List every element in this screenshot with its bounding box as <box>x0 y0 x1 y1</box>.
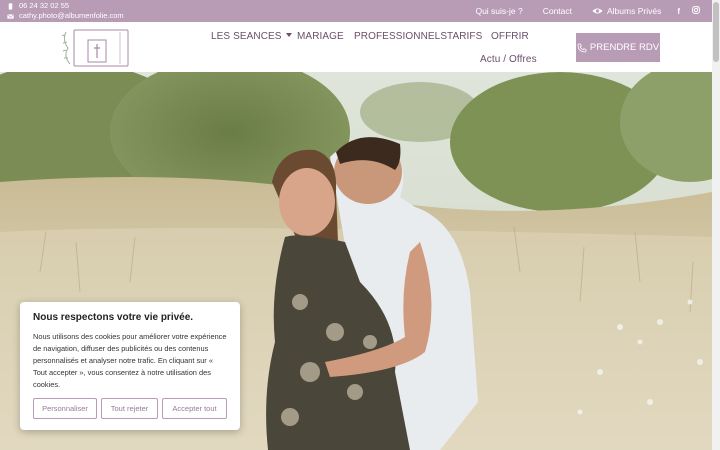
contact-link[interactable]: Contact <box>543 6 572 16</box>
private-albums-label: Albums Privés <box>607 6 662 16</box>
envelope-icon <box>7 13 14 19</box>
facebook-icon[interactable]: f <box>677 7 680 16</box>
email-address[interactable]: cathy.photo@albumenfolie.com <box>19 11 124 21</box>
instagram-icon[interactable] <box>692 6 700 16</box>
contact-info: 06 24 32 02 55 cathy.photo@albumenfolie.… <box>7 1 124 21</box>
nav-actu-offres[interactable]: Actu / Offres <box>480 54 537 65</box>
cookie-banner: Nous respectons votre vie privée. Nous u… <box>20 302 240 430</box>
private-albums-link[interactable]: Albums Privés <box>592 6 661 16</box>
nav-seances-label: LES SEANCES <box>211 31 282 42</box>
phone-icon <box>577 43 587 52</box>
accept-all-button[interactable]: Accepter tout <box>162 398 227 419</box>
about-link[interactable]: Qui suis-je ? <box>475 6 522 16</box>
customize-button[interactable]: Personnaliser <box>33 398 97 419</box>
eye-icon <box>592 8 603 14</box>
appointment-button[interactable]: PRENDRE RDV <box>576 33 660 62</box>
nav-tarifs[interactable]: TARIFS <box>447 31 482 42</box>
logo-graphic <box>61 29 129 67</box>
header: LES SEANCES MARIAGE PROFESSIONNELS TARIF… <box>0 22 712 72</box>
nav-offrir[interactable]: OFFRIR <box>491 31 529 42</box>
nav-professionnels[interactable]: PROFESSIONNELS <box>354 31 447 42</box>
cookie-buttons: Personnaliser Tout rejeter Accepter tout <box>33 398 227 419</box>
site-logo[interactable] <box>60 26 130 68</box>
scrollbar-thumb[interactable] <box>713 2 719 62</box>
phone-number[interactable]: 06 24 32 02 55 <box>19 1 69 11</box>
reject-all-button[interactable]: Tout rejeter <box>101 398 158 419</box>
instagram-glyph <box>692 6 700 14</box>
page-scrollbar[interactable] <box>712 0 720 450</box>
phone-row[interactable]: 06 24 32 02 55 <box>7 1 124 11</box>
chevron-down-icon <box>285 33 292 37</box>
cookie-text: Nous utilisons des cookies pour améliore… <box>33 332 227 389</box>
cookie-title: Nous respectons votre vie privée. <box>33 312 194 323</box>
top-links: Qui suis-je ? Contact Albums Privés f <box>475 0 712 22</box>
nav-seances[interactable]: LES SEANCES <box>211 31 292 42</box>
email-row[interactable]: cathy.photo@albumenfolie.com <box>7 11 124 21</box>
phone-icon <box>8 2 13 10</box>
appointment-label: PRENDRE RDV <box>589 42 660 53</box>
top-bar: 06 24 32 02 55 cathy.photo@albumenfolie.… <box>0 0 712 22</box>
nav-mariage[interactable]: MARIAGE <box>297 31 344 42</box>
